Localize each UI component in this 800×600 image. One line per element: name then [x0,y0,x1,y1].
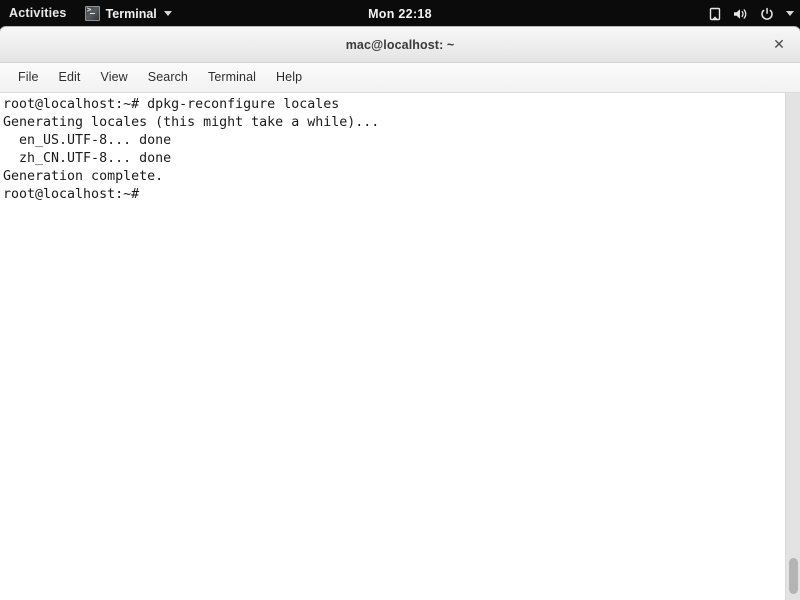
display-icon[interactable] [708,7,722,21]
app-menu-label: Terminal [105,6,157,21]
activities-button[interactable]: Activities [0,0,77,27]
status-chevron-down-icon[interactable] [786,11,794,16]
menu-item-help[interactable]: Help [266,63,312,92]
terminal-icon [84,5,100,21]
activities-label: Activities [9,6,67,20]
chevron-down-icon [163,11,172,16]
power-icon[interactable] [760,7,774,21]
status-area[interactable] [708,0,794,27]
menu-bar: File Edit View Search Terminal Help [0,63,800,93]
close-icon[interactable]: ✕ [770,36,788,54]
terminal-text: root@localhost:~# dpkg-reconfigure local… [3,97,380,202]
menu-item-view[interactable]: View [91,63,138,92]
app-menu-button[interactable]: Terminal [77,0,180,27]
window-titlebar[interactable]: mac@localhost: ~ ✕ [0,27,800,63]
terminal-window: mac@localhost: ~ ✕ File Edit View Search… [0,27,800,600]
volume-icon[interactable] [733,7,749,21]
window-title: mac@localhost: ~ [345,37,455,52]
desktop-screen: Activities Terminal Mon 22:18 [0,0,800,600]
menu-item-terminal[interactable]: Terminal [198,63,266,92]
scrollbar-thumb[interactable] [789,558,798,594]
gnome-top-bar: Activities Terminal Mon 22:18 [0,0,800,27]
menu-item-search[interactable]: Search [138,63,198,92]
menu-item-edit[interactable]: Edit [49,63,91,92]
clock-label[interactable]: Mon 22:18 [368,7,432,21]
terminal-scrollbar[interactable] [785,93,800,600]
terminal-output-area[interactable]: root@localhost:~# dpkg-reconfigure local… [0,93,800,600]
menu-item-file[interactable]: File [8,63,49,92]
